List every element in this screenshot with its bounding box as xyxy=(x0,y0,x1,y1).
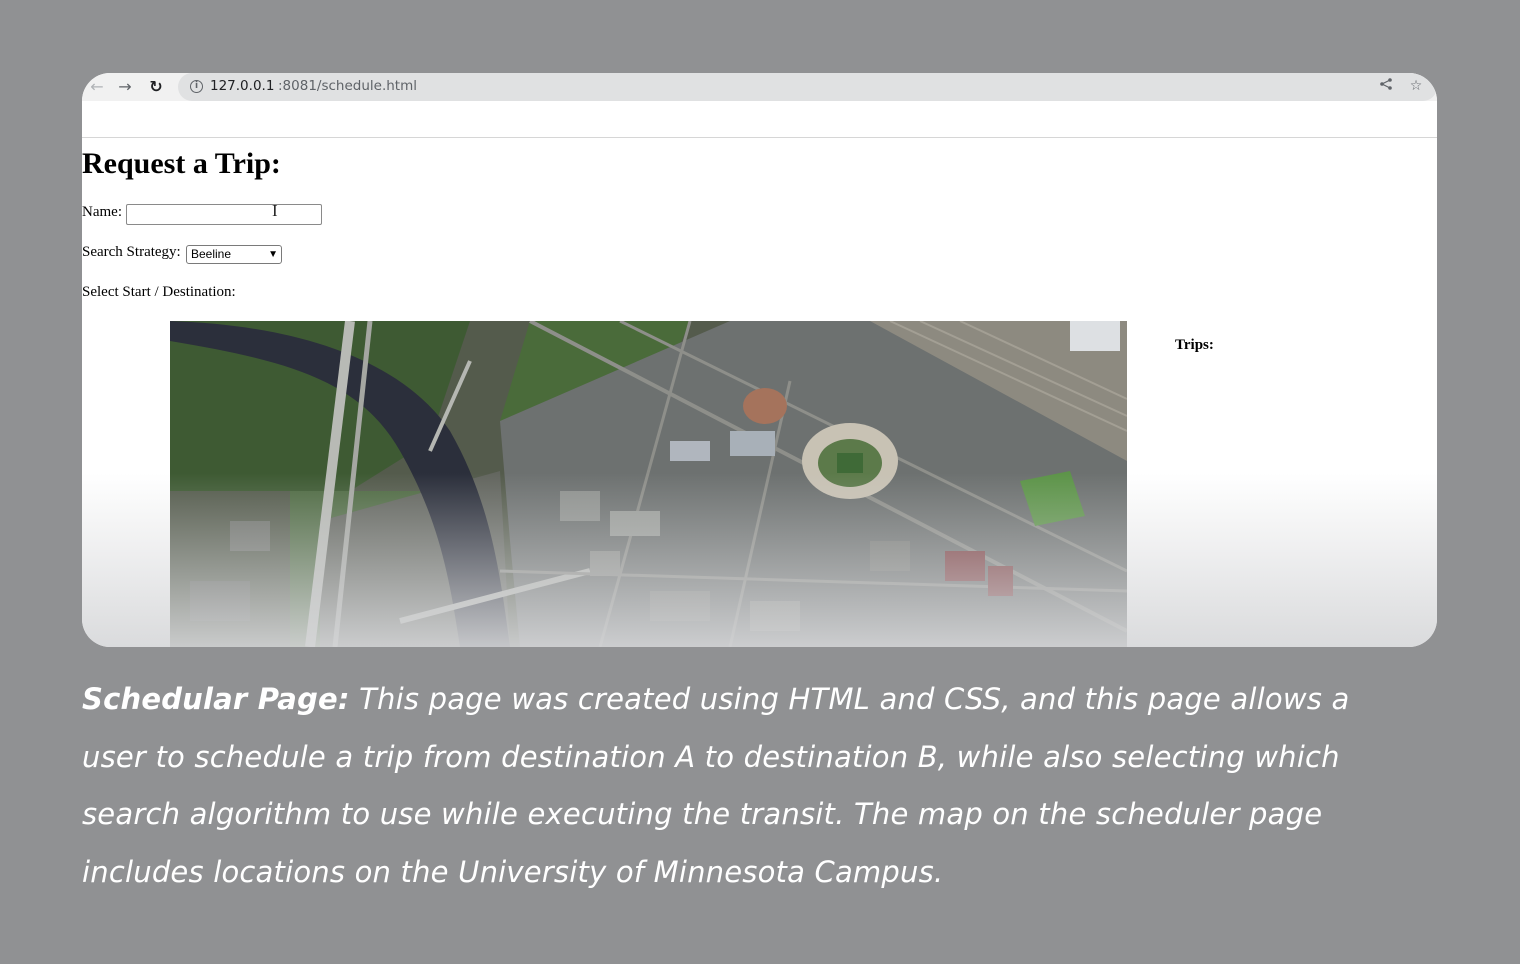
text-cursor-icon: I xyxy=(272,201,278,220)
trips-label: Trips: xyxy=(1175,337,1214,353)
chevron-down-icon: ▼ xyxy=(268,249,278,260)
search-strategy-value: Beeline xyxy=(191,247,232,261)
search-strategy-label: Search Strategy: xyxy=(82,244,181,260)
url-path: :8081/schedule.html xyxy=(278,78,417,94)
name-label: Name: xyxy=(82,204,122,220)
search-strategy-select[interactable]: Beeline ▼ xyxy=(186,245,282,264)
caption-title: Schedular Page: xyxy=(82,682,350,716)
star-icon[interactable]: ☆ xyxy=(1407,77,1425,95)
destination-label: Select Start / Destination: xyxy=(82,284,236,300)
url-host: 127.0.0.1 xyxy=(210,78,275,94)
address-bar[interactable]: i 127.0.0.1 :8081/schedule.html ☆ xyxy=(178,73,1437,101)
name-input[interactable] xyxy=(126,204,322,225)
toolbar-divider xyxy=(82,137,1437,138)
browser-toolbar: ← → ↻ i 127.0.0.1 :8081/schedule.html ☆ xyxy=(82,73,1437,101)
share-icon[interactable] xyxy=(1377,77,1395,95)
back-arrow-icon[interactable]: ← xyxy=(86,76,108,98)
caption: Schedular Page: This page was created us… xyxy=(82,671,1422,901)
screenshot-card: ← → ↻ i 127.0.0.1 :8081/schedule.html ☆ … xyxy=(82,73,1437,647)
page-title: Request a Trip: xyxy=(82,147,281,180)
campus-map-aerial-image xyxy=(170,321,1127,647)
forward-arrow-icon[interactable]: → xyxy=(114,76,136,98)
info-icon[interactable]: i xyxy=(190,80,203,93)
reload-icon[interactable]: ↻ xyxy=(145,76,167,98)
campus-map[interactable] xyxy=(170,321,1127,647)
